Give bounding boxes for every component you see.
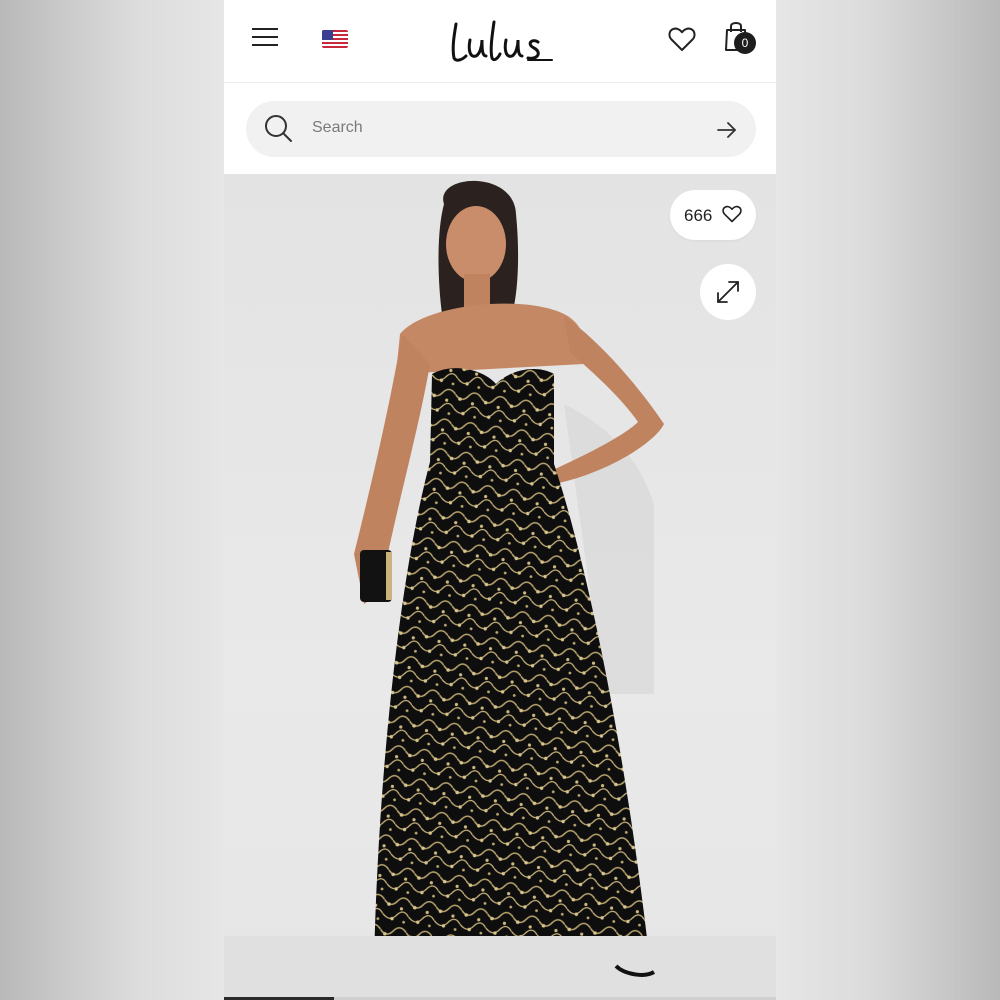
like-button[interactable]: 666 xyxy=(670,190,756,240)
background-blur-right xyxy=(776,0,1000,1000)
menu-icon[interactable] xyxy=(252,26,280,48)
product-photo xyxy=(224,180,776,1000)
search-bar-section: Search xyxy=(224,83,776,173)
like-count: 666 xyxy=(684,206,713,225)
top-bar: 0 xyxy=(224,0,776,83)
phone-screen: 0 Search 666 xyxy=(224,0,776,1000)
wishlist-heart-icon[interactable] xyxy=(668,26,696,52)
arrow-right-icon[interactable] xyxy=(716,120,738,140)
search-input[interactable]: Search xyxy=(246,101,756,157)
heart-icon xyxy=(722,205,742,223)
product-image-gallery[interactable]: 666 xyxy=(224,174,776,1000)
expand-icon[interactable] xyxy=(700,264,756,320)
search-icon xyxy=(265,115,292,142)
search-placeholder: Search xyxy=(312,119,363,136)
background-blur-left xyxy=(0,0,224,1000)
cart-count-badge: 0 xyxy=(734,32,756,54)
brand-logo[interactable] xyxy=(448,14,558,66)
us-flag-icon[interactable] xyxy=(322,30,348,48)
